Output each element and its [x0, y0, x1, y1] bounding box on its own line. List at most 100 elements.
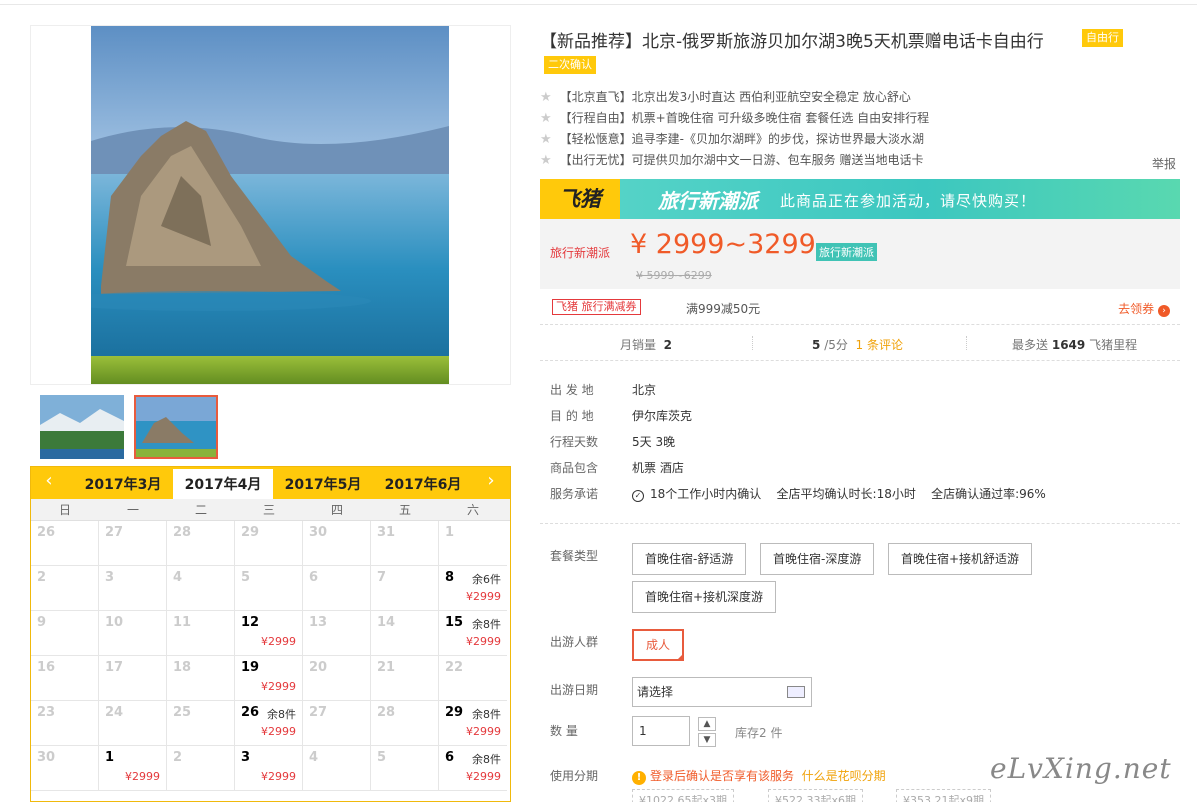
- reviews-link[interactable]: 1 条评论: [856, 338, 903, 352]
- feature-text: 追寻李建-《贝加尔湖畔》的步伐，探访世界最大淡水湖: [631, 132, 925, 146]
- calendar-day-cell: 4: [303, 746, 371, 791]
- promo-banner[interactable]: 飞猪 旅行新潮派 此商品正在参加活动，请尽快购买！: [540, 179, 1180, 219]
- day-number: 24: [105, 705, 124, 720]
- installment-option[interactable]: ¥353.21起x9期: [896, 789, 991, 802]
- calendar-day-cell: 25: [167, 701, 235, 746]
- check-circle-icon: ✓: [632, 490, 644, 502]
- star-icon: ★: [540, 90, 552, 105]
- calendar-day-cell: 5: [235, 566, 303, 611]
- day-number: 17: [105, 660, 124, 675]
- calendar-day-cell: 21: [371, 656, 439, 701]
- day-number: 26: [37, 525, 56, 540]
- calendar-day-cell: 13: [303, 611, 371, 656]
- installment-option[interactable]: ¥522.33起x6期: [768, 789, 863, 802]
- product-title: 【新品推荐】北京-俄罗斯旅游贝加尔湖3晚5天机票赠电话卡自由行: [540, 32, 1044, 52]
- calendar-day-cell: 28: [371, 701, 439, 746]
- day-number: 18: [173, 660, 192, 675]
- day-number: 30: [37, 750, 56, 765]
- miles-value: 1649: [1051, 338, 1086, 352]
- people-option-adult[interactable]: 成人: [632, 629, 685, 661]
- calendar-day-cell: 26: [31, 521, 99, 566]
- installment-option[interactable]: ¥1022.65起x3期: [632, 789, 734, 802]
- main-product-image[interactable]: [30, 25, 511, 385]
- calendar-day-cell[interactable]: 15 余8件 ¥2999: [439, 611, 507, 656]
- feature-item: ★ 【行程自由】机票+首晚住宿 可升级多晚住宿 套餐任选 自由安排行程: [540, 109, 1180, 126]
- day-number: 20: [309, 660, 328, 675]
- day-price: ¥2999: [466, 770, 501, 783]
- calendar-day-cell[interactable]: 12 ¥2999: [235, 611, 303, 656]
- info-value: 伊尔库茨克: [632, 409, 693, 423]
- weekday-label: 日: [58, 503, 71, 517]
- calendar-day-cell: 28: [167, 521, 235, 566]
- tag-free-travel: 自由行: [1082, 29, 1123, 47]
- thumbnail-2[interactable]: [134, 395, 218, 459]
- calendar-day-cell: 30: [31, 746, 99, 791]
- rating-suffix: /5分: [824, 338, 848, 352]
- quantity-input[interactable]: 1: [632, 716, 690, 746]
- calendar-day-cell: 29: [235, 521, 303, 566]
- info-key: 目 的 地: [550, 409, 594, 423]
- gallery-column: ‹ 2017年3月 2017年4月 2017年5月 2017年6月 › 日 一 …: [30, 25, 511, 802]
- people-option-label: 成人: [646, 638, 671, 652]
- day-stock: 余8件: [472, 708, 501, 721]
- calendar-day-cell: 9: [31, 611, 99, 656]
- day-number: 2: [37, 570, 47, 585]
- day-number: 16: [37, 660, 56, 675]
- chevron-right-icon: ›: [1158, 305, 1170, 317]
- day-number: 15: [445, 615, 464, 630]
- calendar-day-cell: 2: [31, 566, 99, 611]
- feature-text: 北京出发3小时直达 西伯利亚航空安全稳定 放心舒心: [631, 90, 911, 104]
- report-link[interactable]: 举报: [1152, 155, 1176, 172]
- calendar-day-cell: 18: [167, 656, 235, 701]
- get-coupon-link[interactable]: 去领券 ›: [1118, 300, 1170, 317]
- decrement-button[interactable]: ▼: [698, 733, 716, 747]
- day-number: 1: [445, 525, 455, 540]
- package-option[interactable]: 首晚住宿+接机舒适游: [888, 543, 1033, 575]
- increment-button[interactable]: ▲: [698, 717, 716, 731]
- chevron-left-icon[interactable]: ‹: [39, 471, 59, 491]
- day-number: 6: [309, 570, 319, 585]
- calendar-day-cell[interactable]: 19 ¥2999: [235, 656, 303, 701]
- feature-tag: 【北京直飞】: [559, 90, 632, 104]
- feature-tag: 【出行无忧】: [559, 153, 632, 167]
- star-icon: ★: [540, 132, 552, 147]
- calendar-day-cell[interactable]: 26 余8件 ¥2999: [235, 701, 303, 746]
- calendar-day-cell[interactable]: 1 ¥2999: [99, 746, 167, 791]
- calendar-day-cell[interactable]: 3 ¥2999: [235, 746, 303, 791]
- day-number: 11: [173, 615, 192, 630]
- tab-month-4[interactable]: 2017年6月: [373, 469, 473, 499]
- miles-prefix: 最多送: [1012, 338, 1049, 352]
- calendar-day-cell[interactable]: 29 余8件 ¥2999: [439, 701, 507, 746]
- day-number: 7: [377, 570, 387, 585]
- date-input[interactable]: 请选择: [632, 677, 812, 707]
- tab-month-2[interactable]: 2017年4月: [173, 469, 273, 499]
- tab-month-1[interactable]: 2017年3月: [73, 469, 173, 499]
- calendar-day-cell[interactable]: 8 余6件 ¥2999: [439, 566, 507, 611]
- info-key: 服务承诺: [550, 487, 599, 501]
- package-option[interactable]: 首晚住宿-舒适游: [632, 543, 747, 575]
- package-option[interactable]: 首晚住宿-深度游: [760, 543, 875, 575]
- price-calendar: ‹ 2017年3月 2017年4月 2017年5月 2017年6月 › 日 一 …: [30, 466, 511, 802]
- calendar-day-cell: 1: [439, 521, 507, 566]
- package-option[interactable]: 首晚住宿+接机深度游: [632, 581, 777, 613]
- day-number: 3: [241, 750, 251, 765]
- stat-separator: [966, 336, 967, 350]
- day-price: ¥2999: [466, 590, 501, 603]
- chevron-right-icon[interactable]: ›: [481, 471, 501, 491]
- calendar-day-cell[interactable]: 6 余8件 ¥2999: [439, 746, 507, 791]
- day-price: ¥2999: [125, 770, 160, 783]
- installment-login[interactable]: 登录后确认是否享有该服务: [650, 769, 794, 783]
- rating: 5 /5分 1 条评论: [812, 336, 903, 353]
- thumbnail-1[interactable]: [40, 395, 124, 459]
- calendar-day-cell: 3: [99, 566, 167, 611]
- day-price: ¥2999: [261, 680, 296, 693]
- package-label: 套餐类型: [550, 549, 599, 563]
- info-value: 北京: [632, 383, 657, 397]
- tab-month-3[interactable]: 2017年5月: [273, 469, 373, 499]
- installment-info: ! 登录后确认是否享有该服务 什么是花呗分期: [632, 767, 886, 785]
- section-divider: [540, 523, 1180, 524]
- installment-help-link[interactable]: 什么是花呗分期: [802, 769, 886, 783]
- date-label: 出游日期: [550, 683, 599, 697]
- original-price: ¥ 5999~6299: [636, 269, 712, 282]
- day-number: 13: [309, 615, 328, 630]
